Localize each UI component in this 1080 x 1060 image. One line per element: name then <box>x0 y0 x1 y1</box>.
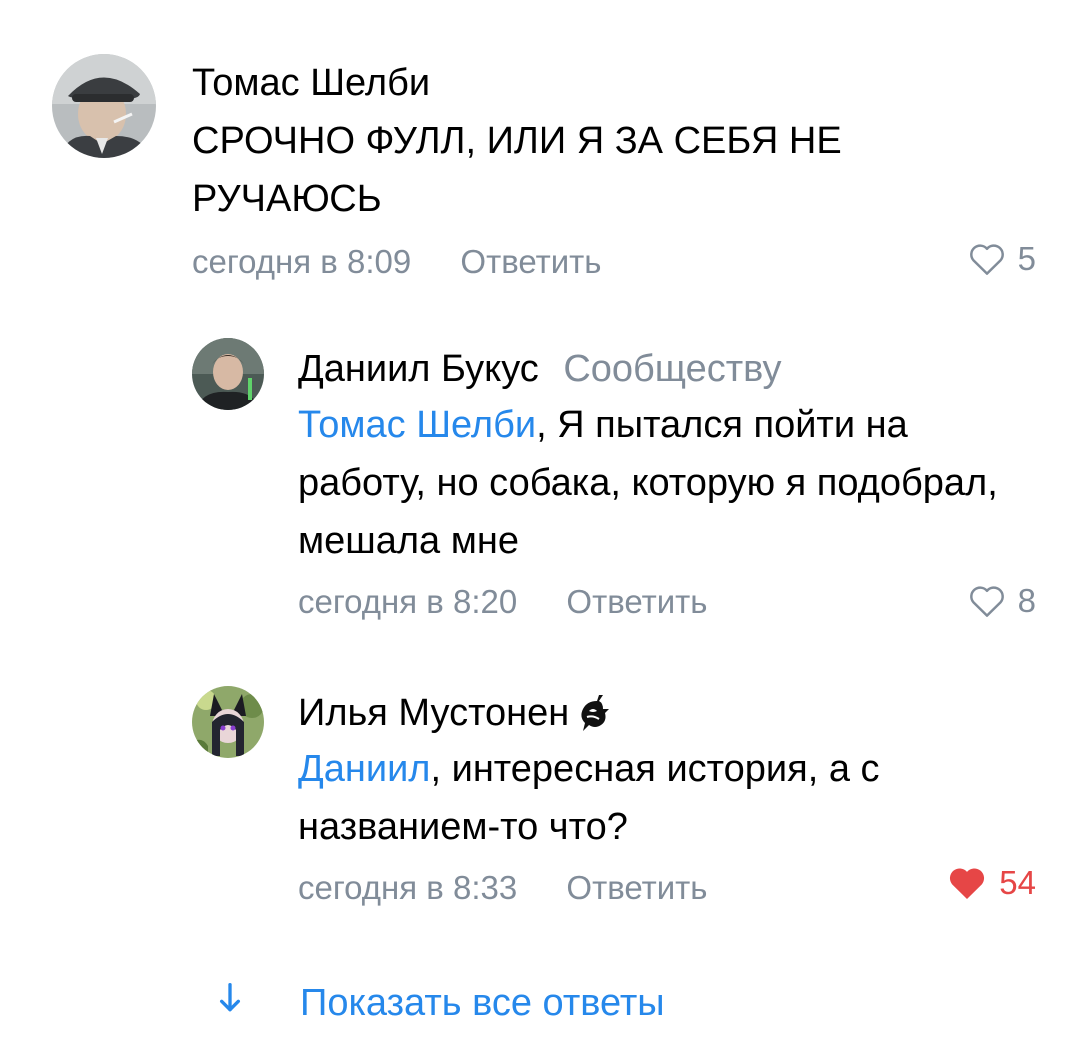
comment-author[interactable]: Даниил Букус <box>298 348 539 390</box>
like-button[interactable]: 8 <box>968 582 1036 620</box>
comment-text: Даниил, интересная история, а с название… <box>298 740 1018 856</box>
reply-button[interactable]: Ответить <box>566 583 707 620</box>
heart-outline-icon <box>969 244 1004 275</box>
young-man-avatar <box>192 338 264 410</box>
comment-author[interactable]: Томас Шелби <box>192 60 1022 106</box>
comment-time: сегодня в 8:09 <box>192 243 412 280</box>
mention-link[interactable]: Даниил <box>298 748 430 790</box>
comment-text: СРОЧНО ФУЛЛ, ИЛИ Я ЗА СЕБЯ НЕ РУЧАЮСЬ <box>192 120 842 220</box>
like-button[interactable]: 5 <box>968 240 1036 278</box>
comment-text: Томас Шелби, Я пытался пойти на работу, … <box>298 396 998 570</box>
dragon-badge-icon <box>577 693 611 733</box>
like-button[interactable]: 54 <box>947 864 1036 902</box>
man-in-flat-cap-avatar <box>52 54 156 158</box>
show-all-replies-button[interactable]: Показать все ответы <box>210 978 665 1028</box>
comment-author[interactable]: Илья Мустонен <box>298 690 569 736</box>
heart-filled-icon <box>950 868 985 900</box>
anime-girl-avatar <box>192 686 264 758</box>
reply-button[interactable]: Ответить <box>566 869 707 906</box>
like-count: 54 <box>999 864 1036 901</box>
avatar[interactable] <box>192 686 264 758</box>
avatar[interactable] <box>52 54 156 158</box>
comment-time: сегодня в 8:20 <box>298 583 518 620</box>
comment-time: сегодня в 8:33 <box>298 869 518 906</box>
reply-button[interactable]: Ответить <box>460 243 601 280</box>
like-count: 8 <box>1017 582 1036 619</box>
show-all-replies-label: Показать все ответы <box>300 981 665 1024</box>
heart-outline-icon <box>969 586 1004 617</box>
arrow-down-icon <box>210 978 260 1028</box>
mention-link[interactable]: Томас Шелби <box>298 404 536 446</box>
avatar[interactable] <box>192 338 264 410</box>
like-count: 5 <box>1017 240 1036 277</box>
group-label: Сообществу <box>563 348 782 390</box>
